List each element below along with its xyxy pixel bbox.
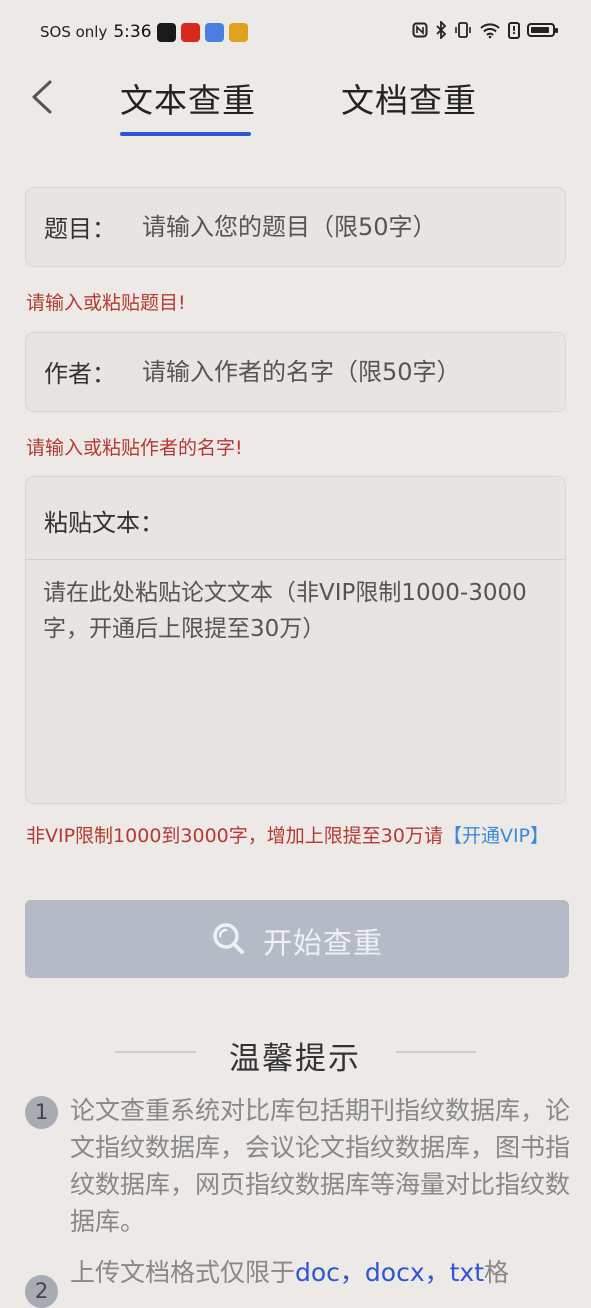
title-field: 题目：	[25, 187, 566, 267]
tab-document-check[interactable]: 文档查重	[341, 74, 477, 122]
title-label: 题目：	[44, 215, 116, 243]
chevron-left-icon	[32, 80, 52, 114]
alert-icon: !	[508, 21, 520, 39]
tip-formats: doc，docx，txt	[295, 1258, 485, 1287]
clock: 5:36	[113, 22, 152, 42]
title-error: 请输入或粘贴题目!	[26, 292, 186, 314]
vip-limit-note: 非VIP限制1000到3000字，增加上限提至30万请【开通VIP】	[26, 822, 566, 851]
author-input[interactable]	[142, 345, 542, 399]
author-error: 请输入或粘贴作者的名字!	[26, 437, 243, 459]
active-tab-indicator	[120, 132, 251, 136]
notification-app-icon	[156, 22, 176, 42]
open-vip-link[interactable]: 【开通VIP】	[443, 825, 549, 847]
paste-textarea[interactable]	[43, 575, 548, 785]
notification-app-icon	[228, 22, 248, 42]
author-label: 作者：	[44, 360, 116, 388]
start-check-label: 开始查重	[263, 926, 384, 960]
back-button[interactable]	[22, 72, 66, 122]
battery-icon	[527, 23, 558, 37]
tip-text: 论文查重系统对比库包括期刊指纹数据库，论文指纹数据库，会议论文指纹数据库，图书指…	[70, 1096, 571, 1236]
status-right: !	[412, 21, 558, 39]
notification-app-icon	[180, 22, 200, 42]
paste-label: 粘贴文本：	[44, 509, 164, 537]
vip-limit-text: 非VIP限制1000到3000字，增加上限提至30万请	[26, 825, 443, 847]
nfc-icon	[412, 22, 428, 38]
start-check-button[interactable]: 开始查重	[25, 900, 569, 978]
status-left: SOS only 5:36	[40, 22, 248, 42]
paste-text-box: 粘贴文本：	[25, 476, 566, 804]
wifi-icon	[480, 23, 500, 39]
tip-text-before: 上传文档格式仅限于	[70, 1258, 296, 1287]
divider	[396, 1051, 476, 1053]
network-status: SOS only	[40, 23, 108, 41]
divider	[115, 1051, 196, 1053]
author-field: 作者：	[25, 332, 566, 412]
bluetooth-icon	[436, 21, 447, 39]
vibrate-icon	[455, 22, 471, 38]
divider	[26, 559, 565, 560]
tips-title: 温馨提示	[229, 1041, 361, 1077]
status-bar: SOS only 5:36 !	[0, 0, 591, 66]
title-input[interactable]	[142, 200, 542, 254]
tip-text-after: 格	[484, 1258, 510, 1287]
tip-text: 上传文档格式仅限于doc，docx，txt格	[70, 1254, 570, 1291]
notification-app-icon	[204, 22, 224, 42]
tip-number-badge: 1	[25, 1096, 58, 1129]
search-icon	[213, 923, 244, 954]
tab-text-check[interactable]: 文本查重	[120, 74, 256, 122]
